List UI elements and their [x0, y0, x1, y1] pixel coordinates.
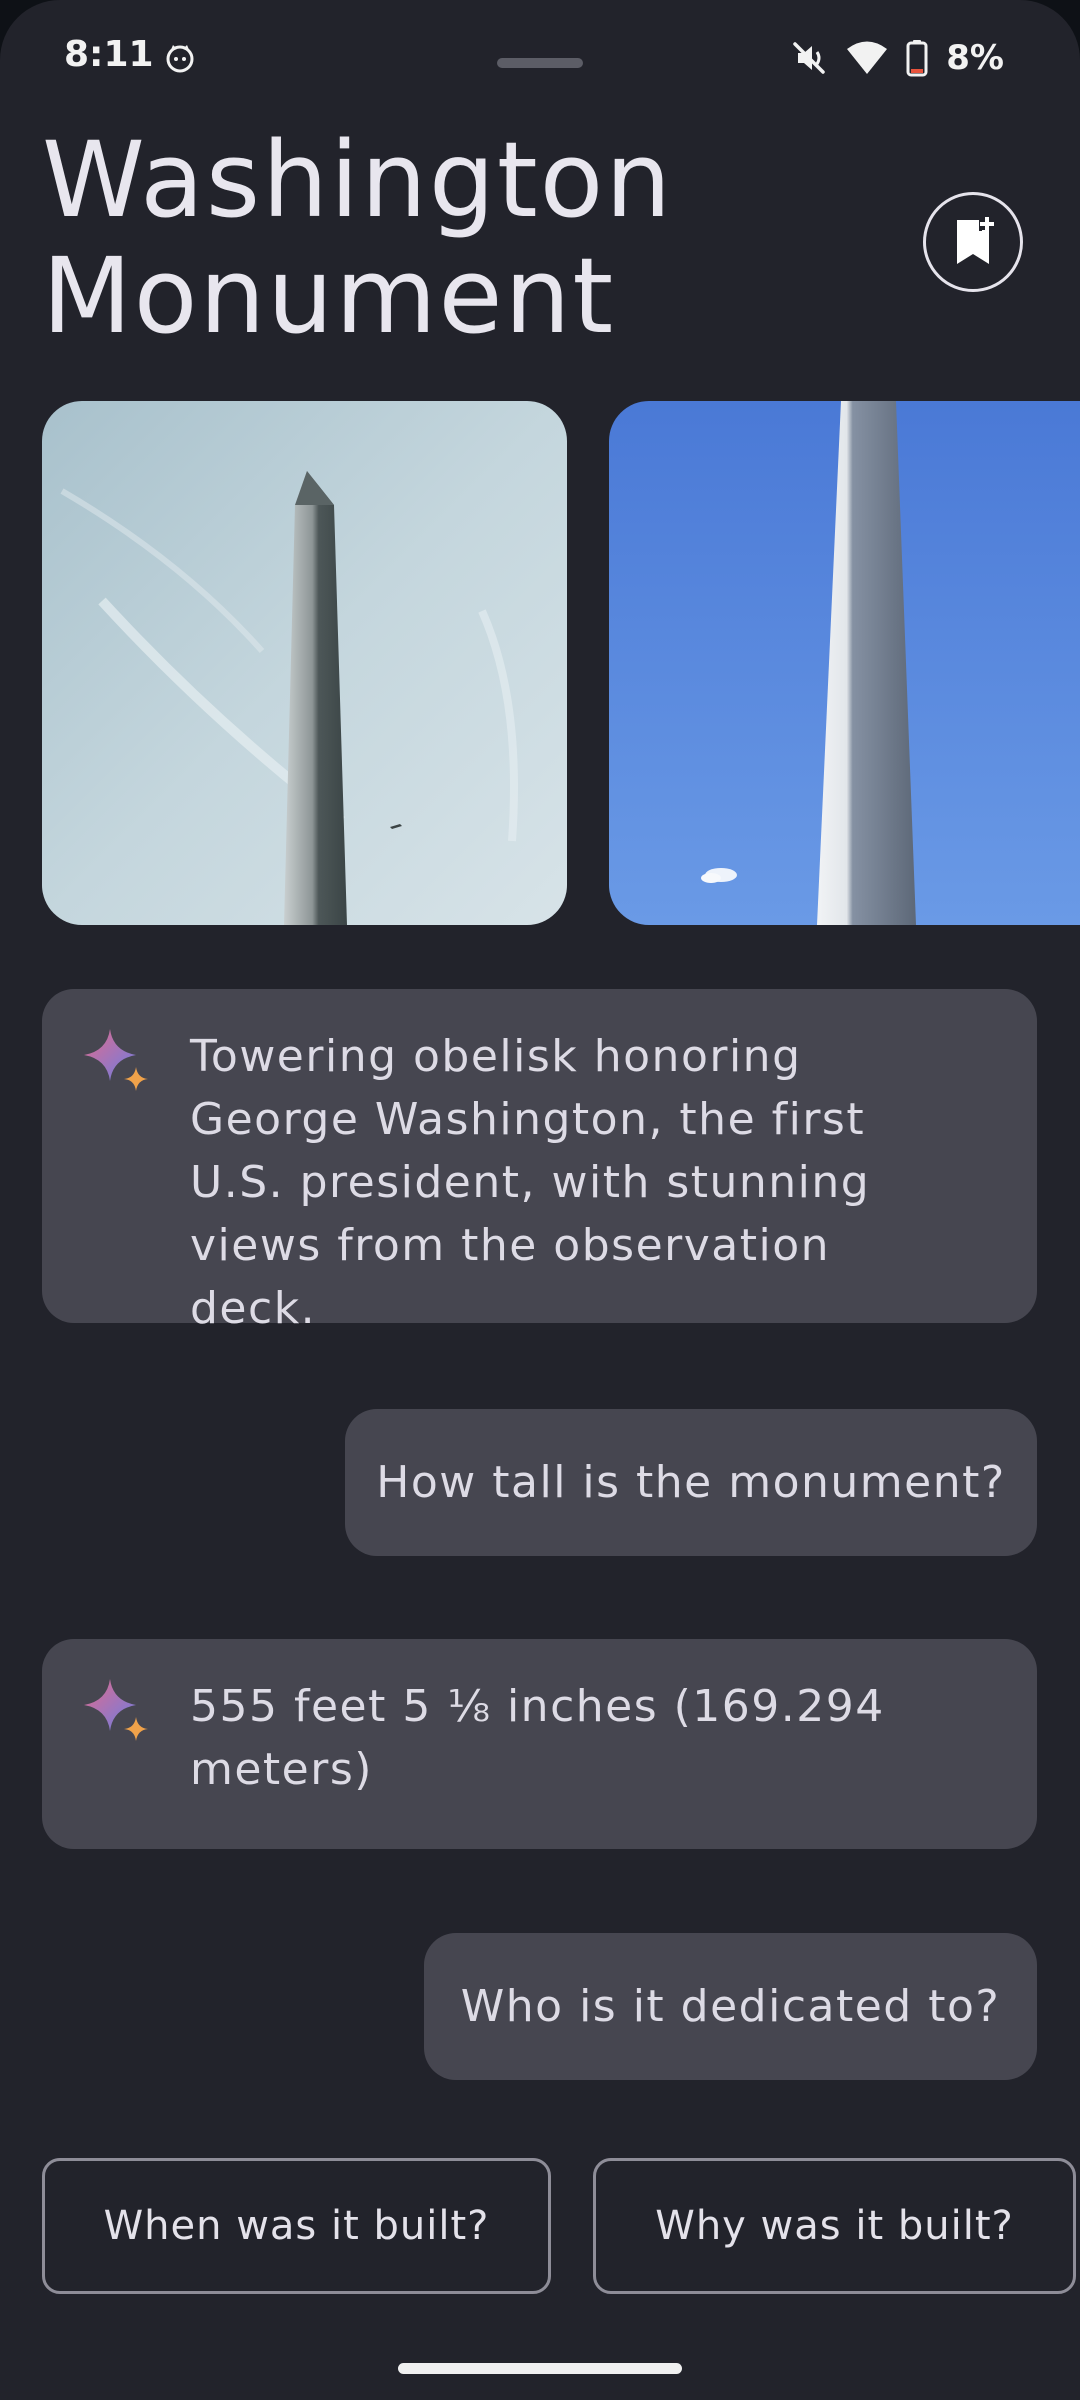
ai-summary-text: Towering obelisk honoring George Washing…: [190, 1031, 871, 1334]
battery-percent: 8%: [946, 38, 1004, 78]
sparkle-icon: [84, 1029, 148, 1091]
page-title: Washington Monument: [42, 122, 862, 354]
monument-photo-hazy-sky[interactable]: [42, 401, 567, 925]
sparkle-icon: [84, 1679, 148, 1741]
vibrate-off-icon: [793, 42, 826, 74]
ai-answer-card: 555 feet 5 ⅛ inches (169.294 meters): [42, 1639, 1037, 1849]
status-icons: 8%: [790, 36, 1004, 80]
title-line-1: Washington: [42, 119, 674, 241]
ai-answer-text: 555 feet 5 ⅛ inches (169.294 meters): [190, 1681, 885, 1795]
user-question-bubble: How tall is the monument?: [345, 1409, 1037, 1556]
bookmark-add-button[interactable]: [923, 192, 1023, 292]
user-question-bubble: Who is it dedicated to?: [424, 1933, 1037, 2080]
wifi-icon: [847, 41, 888, 74]
monument-photo-blue-sky[interactable]: [609, 401, 1080, 925]
battery-low-icon: [906, 40, 928, 77]
title-line-2: Monument: [42, 235, 616, 357]
cat-face-icon: [166, 45, 194, 73]
home-indicator[interactable]: [398, 2363, 682, 2374]
status-bar: 8:11 8%: [0, 0, 1080, 120]
drag-handle[interactable]: [497, 58, 583, 68]
app-screen: 8:11 8% Washington Monument Towering obe…: [0, 0, 1080, 2400]
ai-summary-card: Towering obelisk honoring George Washing…: [42, 989, 1037, 1334]
suggestion-chip-when-built[interactable]: When was it built?: [42, 2158, 551, 2294]
status-time: 8:11: [64, 34, 154, 75]
bookmark-add-icon: [957, 217, 994, 264]
suggestion-chip-why-built[interactable]: Why was it built?: [593, 2158, 1076, 2294]
